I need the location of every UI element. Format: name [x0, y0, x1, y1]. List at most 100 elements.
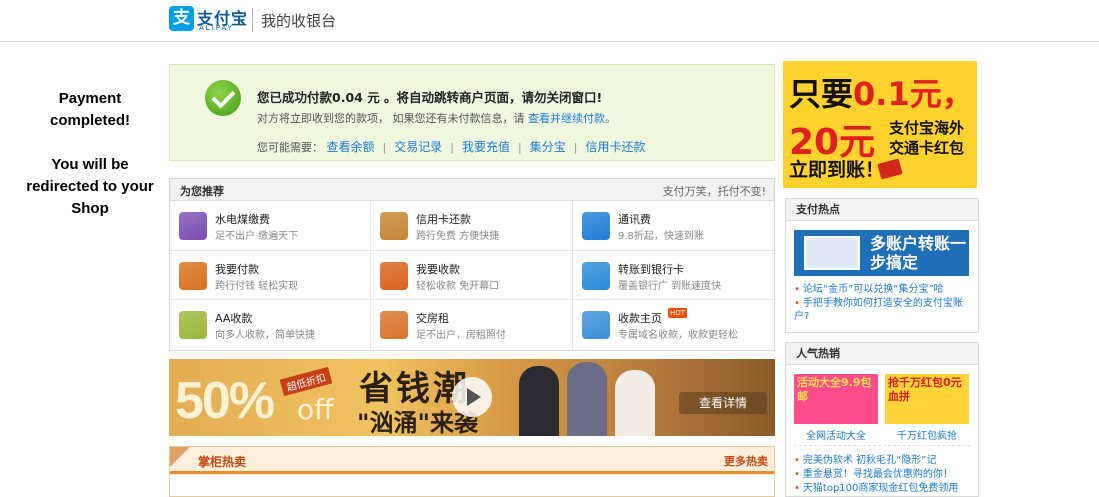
note-line: redirected to your [26, 178, 154, 195]
recommend-title: 为您推荐 [180, 185, 224, 198]
link-recharge[interactable]: 我要充值 [462, 140, 510, 154]
service-desc: 覆盖银行广 到账速度快 [618, 281, 722, 292]
ad-desc: 支付宝海外交通卡红包 [889, 119, 965, 157]
service-name: 收款主页 [618, 312, 662, 325]
pay-hot-link[interactable]: 手把手教你如何打造安全的支付宝账户? [794, 297, 972, 323]
quick-links-label: 您可能需要： [257, 141, 323, 154]
pay-hot-link[interactable]: 论坛“金币”可以兑换“集分宝”哈 [794, 283, 972, 296]
link-jifenbao[interactable]: 集分宝 [530, 140, 566, 154]
service-name: 信用卡还款 [416, 213, 471, 226]
popular-link[interactable]: 天猫top100商家现金红包免费领用 [794, 482, 972, 495]
activity-thumb[interactable]: 活动大全9.9包邮 [794, 374, 878, 424]
popular-link[interactable]: 完美伪软术 初秋毛孔“隐形”记 [794, 454, 972, 467]
red-packet-thumb[interactable]: 抢千万红包0元血拼 [885, 374, 969, 424]
pay-box-icon [179, 262, 207, 290]
popular-link[interactable]: 重金悬赏！寻找最会优惠购的你！ [794, 468, 972, 481]
activity-caption[interactable]: 全网活动大全 [794, 427, 878, 442]
service-item[interactable]: 通讯费 9.8折起，快速到账 [573, 201, 774, 251]
monitor-icon [804, 236, 860, 270]
service-desc: 跨行免费 方便快捷 [416, 231, 500, 242]
hot-sale-section: 掌柜热卖 更多热卖 [169, 446, 775, 497]
redirect-note: Payment completed! You will be redirecte… [15, 88, 165, 220]
hot-sale-divider [170, 471, 774, 474]
service-item[interactable]: 我要付款跨行付钱 轻松实现 [170, 251, 371, 300]
pay-hot-title: 支付热点 [786, 199, 978, 221]
ad-line1: 只要0.1元， [789, 69, 974, 115]
service-item[interactable]: 转账到银行卡覆盖银行广 到账速度快 [573, 251, 774, 300]
red-packet-thumb-text: 抢千万红包0元血拼 [888, 376, 962, 403]
payment-success-panel: 您已成功付款0.04 元 。将自动跳转商户页面，请勿关闭窗口! 对方将立即收到您… [169, 64, 775, 161]
service-name: 通讯费 [618, 213, 651, 226]
subtext-label: 对方将立即收到您的款项， 如果您还有未付款信息，请 [257, 112, 525, 125]
popular-title: 人气热销 [786, 343, 978, 365]
alipay-logo-en: ALIPAY [199, 24, 235, 32]
service-name: 我要收款 [416, 263, 460, 276]
view-details-button[interactable]: 查看详情 [679, 392, 767, 414]
hot-sale-title: 掌柜热卖 [198, 455, 247, 469]
recommend-header: 为您推荐 支付万笑，托付不变! [170, 179, 774, 201]
link-credit-card-repay[interactable]: 信用卡还款 [585, 140, 645, 154]
red-packet-caption[interactable]: 千万红包疯抢 [885, 427, 969, 442]
mobile-signal-icon [582, 212, 610, 240]
banner-off: off [297, 393, 334, 426]
hot-corner-icon [170, 447, 190, 467]
service-desc: 跨行付钱 轻松实现 [215, 281, 299, 292]
utility-bill-icon [179, 212, 207, 240]
recommend-box: 为您推荐 支付万笑，托付不变! 水电煤缴费 足不出户 缴遍天下 信用卡还款跨行免费… [169, 178, 775, 351]
service-item[interactable]: 水电煤缴费 足不出户 缴遍天下 [170, 201, 371, 251]
banner-models-image [519, 359, 669, 436]
link-transaction-record[interactable]: 交易记录 [394, 140, 442, 154]
continue-pay-link[interactable]: 查看并继续付款。 [528, 112, 616, 125]
note-line: Shop [71, 200, 109, 217]
ad-line3: 立即到账！ [789, 159, 885, 181]
service-desc: 轻松收款 免开幕口 [416, 281, 500, 292]
note-line: You will be [51, 156, 129, 173]
success-message: 您已成功付款0.04 元 。将自动跳转商户页面，请勿关闭窗口! [257, 90, 603, 105]
service-item[interactable]: 收款主页 HOT 专属域名收款，收款更轻松 [573, 300, 774, 350]
right-promo-ad[interactable]: 只要0.1元， 20元 支付宝海外交通卡红包 立即到账！ [783, 61, 977, 188]
more-hot-sale-link[interactable]: 更多热卖 [724, 453, 768, 469]
pay-hot-box: 支付热点 多账户转账一步搞定 论坛“金币”可以兑换“集分宝”哈 手把手教你如何打… [785, 198, 979, 333]
credit-card-icon [380, 212, 408, 240]
ad-line1-a: 只要 [789, 75, 854, 113]
homepage-icon [582, 311, 610, 339]
service-name: 我要付款 [215, 263, 259, 276]
promo-banner[interactable]: 50% off 超低折扣 省钱潮 "汹涌"来袭 查看详情 [169, 359, 775, 436]
service-desc: 向多人收款，简单快捷 [215, 330, 315, 341]
banner-tag: 超低折扣 [279, 366, 333, 397]
success-check-icon [205, 80, 241, 116]
service-name: 转账到银行卡 [618, 263, 684, 276]
popular-box: 人气热销 活动大全9.9包邮 抢千万红包0元血拼 全网活动大全 千万红包疯抢 完… [785, 342, 979, 497]
success-subtext: 对方将立即收到您的款项， 如果您还有未付款信息，请 查看并继续付款。 [257, 110, 616, 126]
service-name: 水电煤缴费 [215, 213, 270, 226]
service-name: 交房租 [416, 312, 449, 325]
header: 支 支付宝 ALIPAY 我的收银台 [0, 0, 1099, 42]
service-item[interactable]: 我要收款轻松收款 免开幕口 [371, 251, 573, 300]
popular-divider [794, 445, 970, 446]
alipay-logo-icon[interactable]: 支 [169, 6, 194, 31]
multi-account-banner[interactable]: 多账户转账一步搞定 [794, 230, 969, 276]
note-line: Payment [58, 90, 122, 107]
service-desc: 足不出户，房租照付 [416, 330, 506, 341]
hot-badge: HOT [668, 308, 688, 318]
service-item[interactable]: 信用卡还款跨行免费 方便快捷 [371, 201, 573, 251]
service-name: AA收款 [215, 312, 253, 325]
multi-account-text: 多账户转账一步搞定 [870, 234, 967, 272]
activity-thumb-text: 活动大全9.9包邮 [797, 376, 872, 403]
ad-line1-b: 0.1元， [853, 75, 974, 113]
service-desc: 专属域名收款，收款更轻松 [618, 330, 738, 341]
quick-links: 您可能需要： 查看余额 | 交易记录 | 我要充值 | 集分宝 | 信用卡还款 [257, 140, 646, 154]
service-item[interactable]: 交房租足不出户，房租照付 [371, 300, 573, 350]
header-divider [252, 8, 253, 32]
receive-box-icon [380, 262, 408, 290]
service-item[interactable]: AA收款向多人收款，简单快捷 [170, 300, 371, 350]
house-rent-icon [380, 311, 408, 339]
page-title: 我的收银台 [261, 12, 337, 30]
note-line: completed! [49, 112, 130, 129]
play-icon[interactable] [452, 377, 492, 417]
banner-percent: 50% [175, 372, 275, 430]
aa-collect-icon [179, 311, 207, 339]
recommend-slogan: 支付万笑，托付不变! [662, 185, 766, 198]
service-desc: 9.8折起，快速到账 [618, 231, 704, 242]
link-check-balance[interactable]: 查看余额 [327, 140, 375, 154]
